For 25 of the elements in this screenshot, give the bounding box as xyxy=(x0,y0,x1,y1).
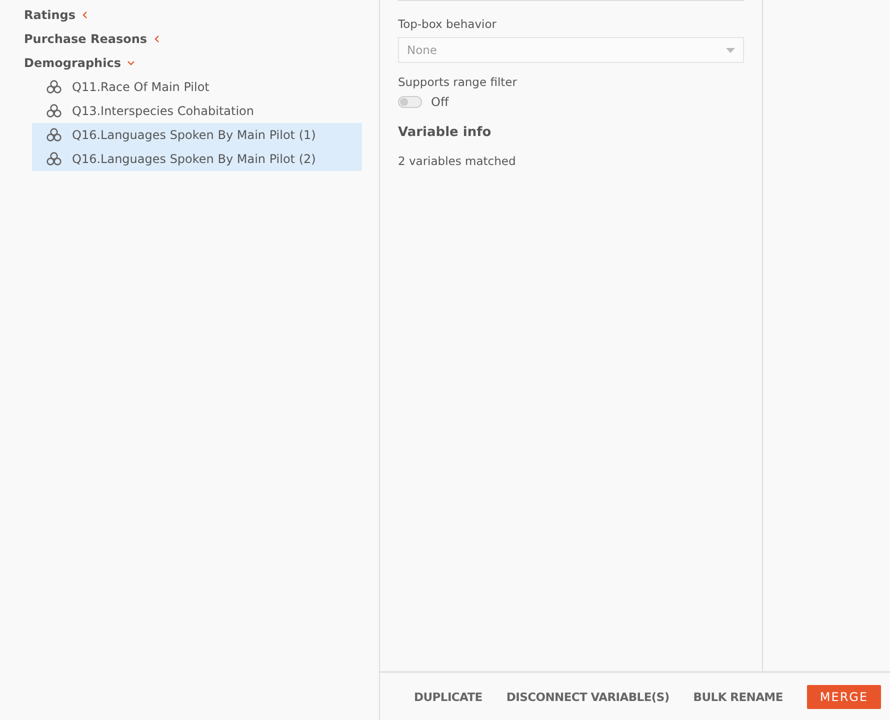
circles-icon xyxy=(46,128,62,142)
tree-group[interactable]: Ratings xyxy=(0,3,90,27)
circles-icon xyxy=(46,104,62,118)
tree-item[interactable]: Q11.Race Of Main Pilot xyxy=(32,75,362,99)
field-label: Supports range filter xyxy=(398,75,518,89)
caret-icon xyxy=(81,11,90,19)
caret-icon xyxy=(153,35,162,43)
action-button[interactable]: BULK RENAME xyxy=(689,686,787,708)
caret-icon xyxy=(126,59,135,67)
info-text: 2 variables matched xyxy=(398,154,517,168)
dropdown-arrow-icon xyxy=(726,48,735,52)
toggle-label: Off xyxy=(431,95,449,109)
merge-button[interactable]: MERGE xyxy=(806,684,882,708)
toggle-switch[interactable] xyxy=(398,96,422,108)
action-button[interactable]: DISCONNECT VARIABLE(S) xyxy=(502,686,674,708)
section-heading: Variable info xyxy=(398,125,492,140)
action-button[interactable]: DUPLICATE xyxy=(410,686,486,708)
circles-icon xyxy=(46,80,62,94)
tree-item[interactable]: Q16.Languages Spoken By Main Pilot (2) xyxy=(32,147,362,171)
tree-group[interactable]: Demographics xyxy=(0,51,135,75)
field-label: Top-box behavior xyxy=(398,17,498,31)
tree-group[interactable]: Purchase Reasons xyxy=(0,27,162,51)
circles-icon xyxy=(46,152,62,166)
tree-item[interactable]: Q13.Interspecies Cohabitation xyxy=(32,99,362,123)
tree-item[interactable]: Q16.Languages Spoken By Main Pilot (1) xyxy=(32,123,362,147)
